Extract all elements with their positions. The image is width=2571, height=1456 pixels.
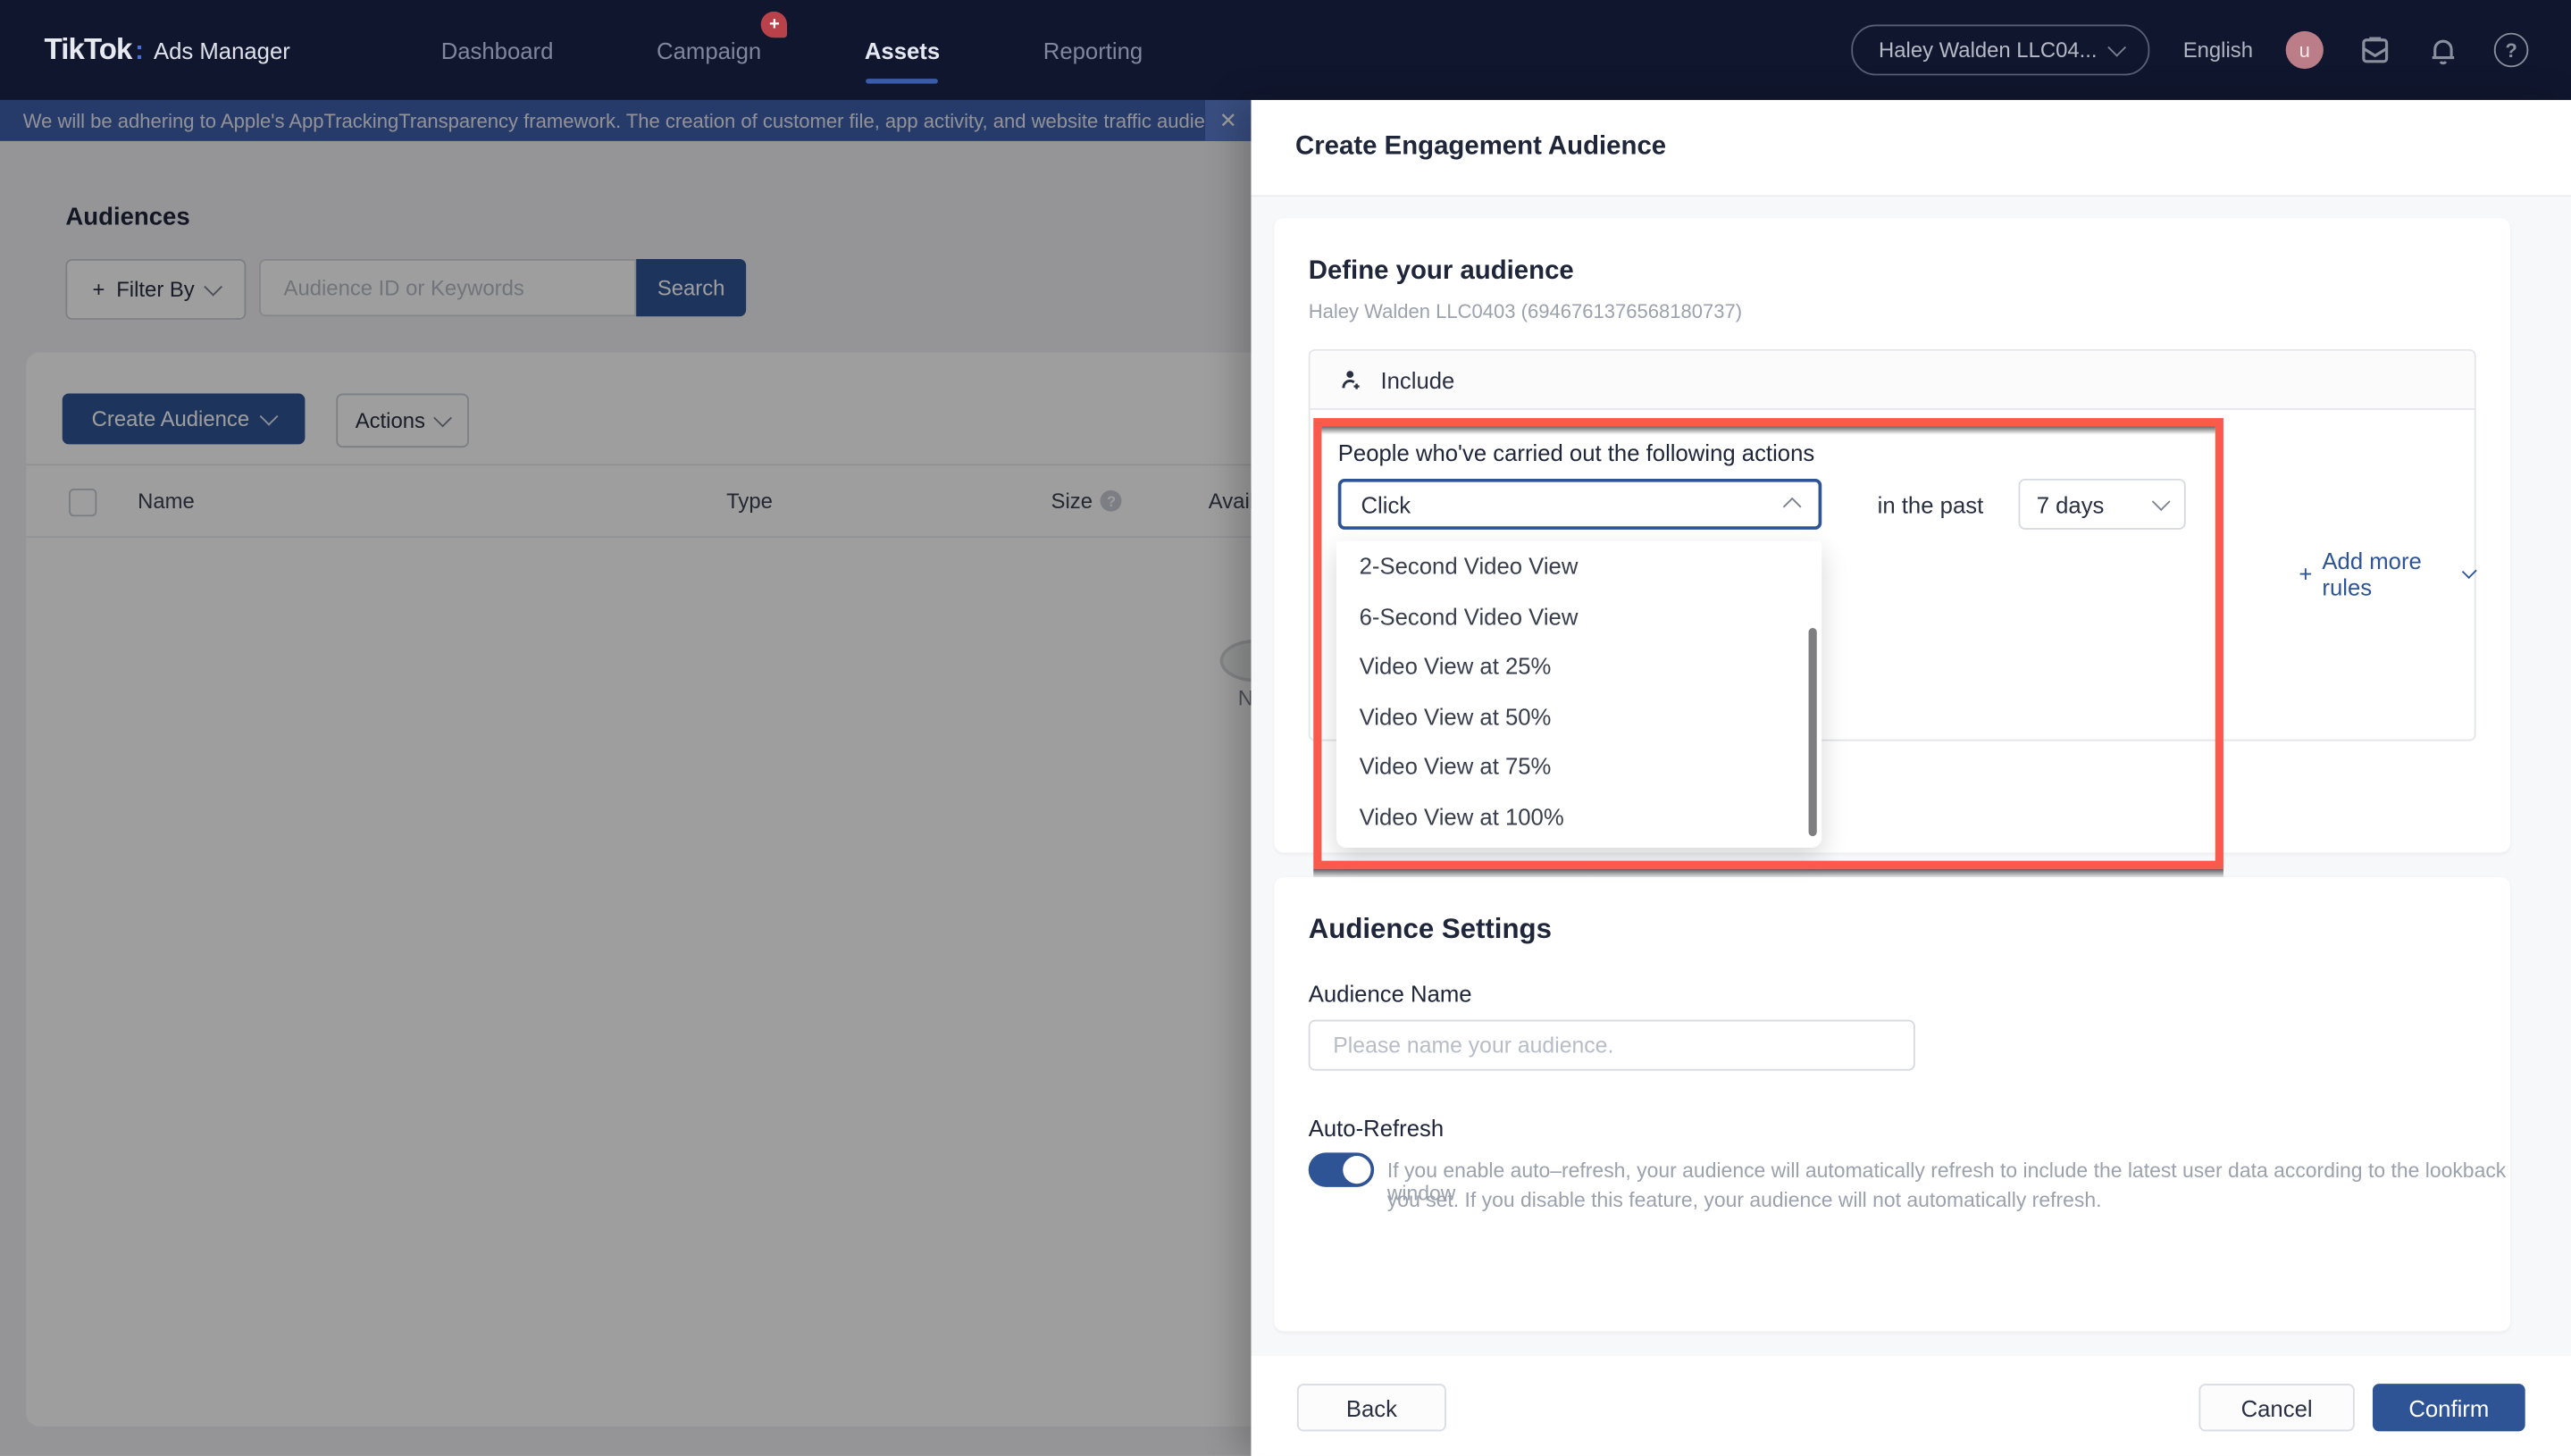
auto-refresh-label: Auto-Refresh (1309, 1115, 1444, 1141)
add-more-rules-link[interactable]: + Add more rules (2299, 548, 2474, 600)
dropdown-option-video-view-25[interactable]: Video View at 25% (1336, 641, 1821, 691)
confirm-button[interactable]: Confirm (2373, 1384, 2525, 1431)
audience-name-label: Audience Name (1309, 981, 1472, 1007)
top-nav: TikTok : Ads Manager Dashboard Campaign … (0, 0, 2571, 100)
tiktok-logo-text: TikTok (45, 33, 132, 68)
nav-item-dashboard[interactable]: Dashboard (441, 27, 554, 72)
nav-items: Dashboard Campaign + Assets Reporting (441, 27, 1143, 72)
dropdown-option-video-view-75[interactable]: Video View at 75% (1336, 741, 1821, 791)
drawer-header: Create Engagement Audience (1251, 100, 2571, 197)
include-label: Include (1380, 366, 1454, 392)
add-more-rules-label: Add more rules (2322, 548, 2454, 600)
screen: TikTok : Ads Manager Dashboard Campaign … (0, 0, 2571, 1456)
nav-right: Haley Walden LLC04... English u ? (1852, 25, 2528, 76)
tiktok-logo[interactable]: TikTok : Ads Manager (45, 33, 290, 68)
chevron-up-icon (1783, 498, 1802, 516)
avatar[interactable]: u (2286, 31, 2324, 69)
add-more-rules-plus-icon: + (2299, 561, 2312, 587)
chevron-down-icon (2462, 564, 2477, 579)
toggle-knob (1343, 1156, 1370, 1184)
auto-refresh-helper-line2: you set. If you disable this feature, yo… (1387, 1189, 2102, 1212)
dropdown-option-2-second-video-view[interactable]: 2-Second Video View (1336, 541, 1821, 591)
dropdown-option-video-view-50[interactable]: Video View at 50% (1336, 691, 1821, 741)
action-select[interactable]: Click (1338, 479, 1821, 530)
cancel-button[interactable]: Cancel (2198, 1384, 2354, 1431)
mail-icon[interactable] (2357, 32, 2392, 68)
dropdown-option-6-second-video-view[interactable]: 6-Second Video View (1336, 591, 1821, 641)
timeframe-select-value: 7 days (2037, 491, 2105, 517)
account-name: Haley Walden LLC04... (1879, 38, 2097, 63)
nav-item-reporting[interactable]: Reporting (1043, 27, 1143, 72)
rule-question-label: People who've carried out the following … (1338, 439, 1814, 465)
back-button[interactable]: Back (1297, 1384, 1446, 1431)
nav-item-assets[interactable]: Assets (865, 27, 940, 72)
timeframe-select[interactable]: 7 days (2019, 479, 2186, 530)
audience-name-input[interactable] (1330, 1032, 1894, 1059)
tiktok-logo-note-icon: : (135, 38, 144, 67)
drawer-footer: Back Cancel Confirm (1251, 1356, 2571, 1456)
nav-item-campaign[interactable]: Campaign + (657, 27, 761, 72)
chevron-down-icon (2107, 38, 2126, 57)
nav-item-campaign-label: Campaign (657, 37, 761, 63)
include-header-bar: Include (1311, 351, 2475, 410)
audience-settings-card: Audience Settings Audience Name Auto-Ref… (1274, 877, 2510, 1331)
action-select-value: Click (1361, 491, 1411, 517)
drawer-title: Create Engagement Audience (1295, 133, 1666, 163)
advertiser-account-line: Haley Walden LLC0403 (694676137656818073… (1309, 300, 1742, 323)
define-audience-heading: Define your audience (1309, 257, 1574, 287)
product-name: Ads Manager (154, 38, 290, 63)
dropdown-scrollbar-thumb[interactable] (1809, 628, 1817, 836)
timeframe-prefix-label: in the past (1878, 492, 1984, 518)
action-select-dropdown: 2-Second Video View 6-Second Video View … (1336, 541, 1821, 848)
chevron-down-icon (2152, 492, 2171, 511)
notifications-bell-icon[interactable] (2425, 32, 2461, 68)
audience-name-field (1309, 1020, 1915, 1071)
help-icon[interactable]: ? (2494, 33, 2529, 68)
auto-refresh-toggle[interactable] (1309, 1152, 1374, 1187)
language-selector[interactable]: English (2183, 38, 2253, 63)
account-selector[interactable]: Haley Walden LLC04... (1852, 25, 2150, 76)
audience-settings-heading: Audience Settings (1309, 913, 1552, 946)
person-add-icon (1338, 366, 1364, 392)
campaign-plus-badge-icon: + (761, 11, 787, 37)
dropdown-option-video-view-100[interactable]: Video View at 100% (1336, 791, 1821, 841)
